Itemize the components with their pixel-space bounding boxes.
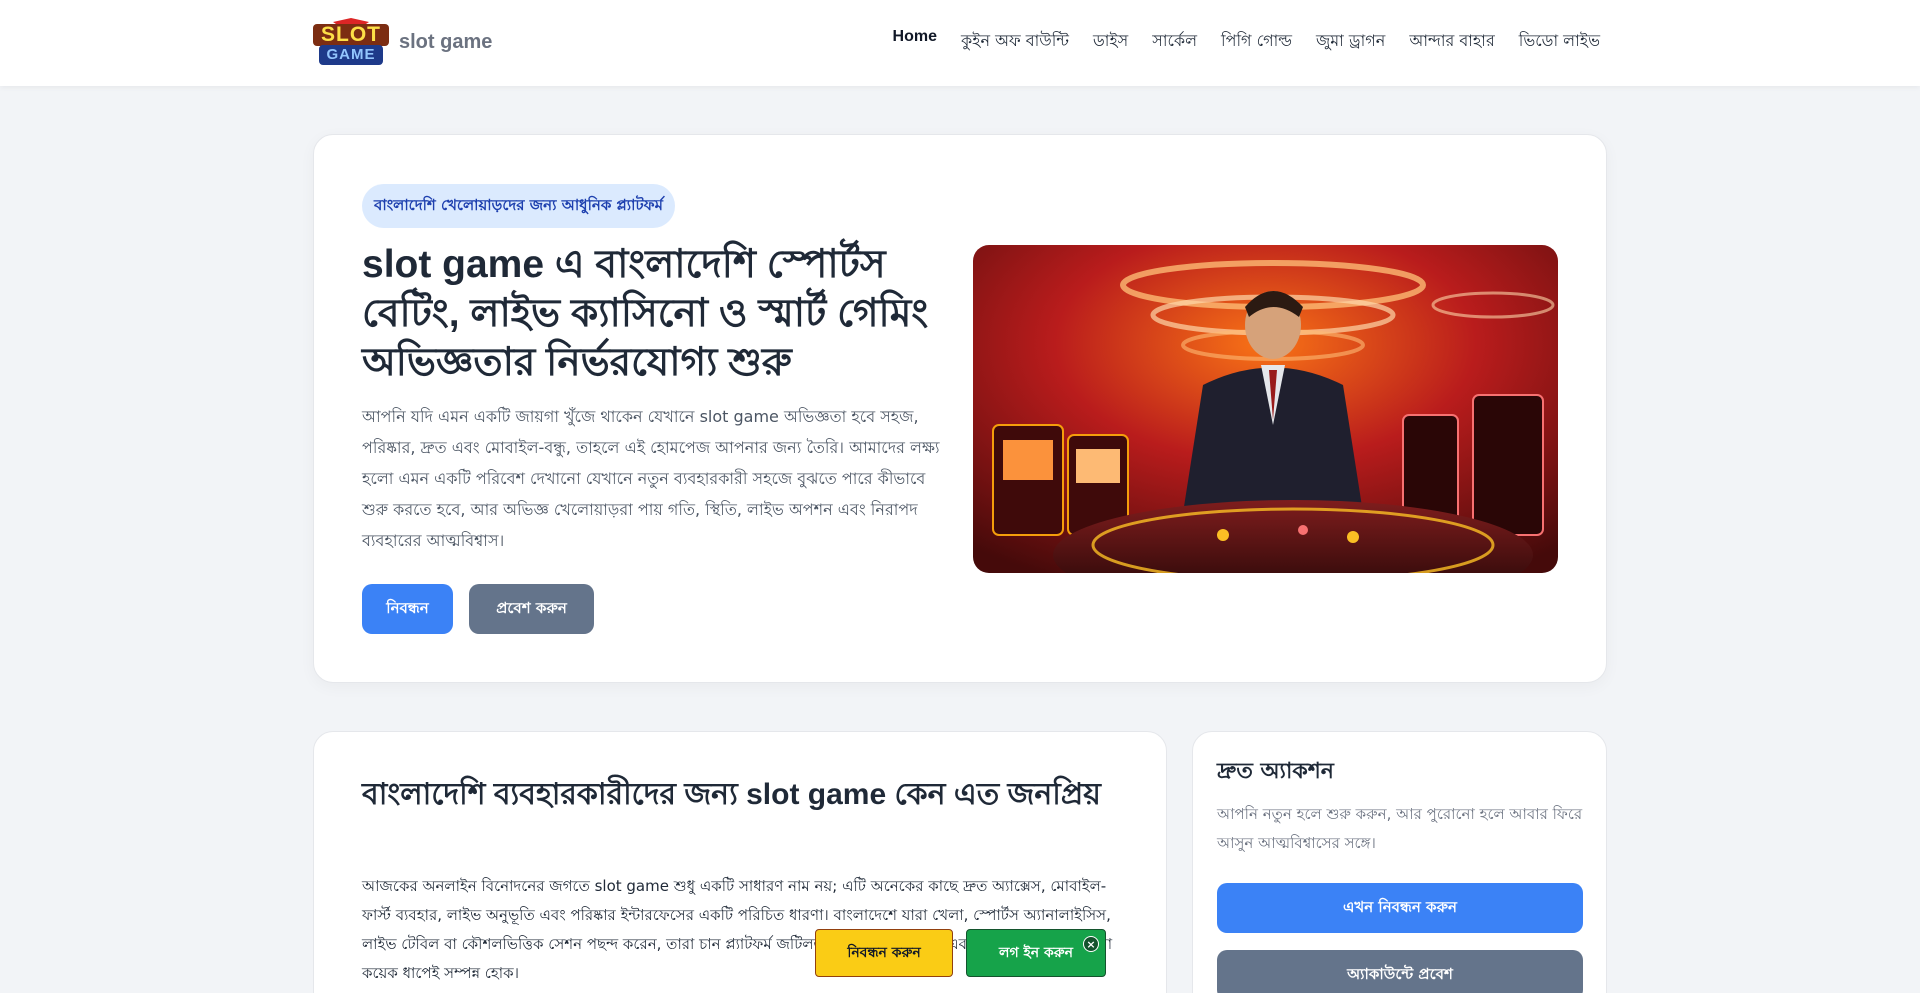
nav-item-circle[interactable]: সার্কেল [1152, 28, 1197, 55]
quick-actions-card: দ্রুত অ্যাকশন আপনি নতুন হলে শুরু করুন, আ… [1192, 731, 1607, 993]
why-popular-title: বাংলাদেশি ব্যবহারকারীদের জন্য slot game … [362, 778, 1101, 811]
nav-item-andar-bahar[interactable]: আন্দার বাহার [1409, 28, 1494, 55]
nav-item-piggy-gold[interactable]: পিগি গোল্ড [1221, 28, 1292, 55]
close-icon[interactable]: × [1083, 936, 1099, 952]
logo-text-bottom: GAME [326, 46, 376, 63]
account-login-button[interactable]: অ্যাকাউন্টে প্রবেশ [1217, 950, 1583, 993]
hero-badge: বাংলাদেশি খেলোয়াড়দের জন্য আধুনিক প্ল্য… [362, 184, 675, 228]
nav-item-zuma-dragon[interactable]: জুমা ড্রাগন [1316, 28, 1385, 55]
brand-name[interactable]: slot game [399, 31, 492, 54]
login-button[interactable]: প্রবেশ করুন [469, 584, 594, 634]
brand[interactable]: SLOT GAME slot game [311, 18, 492, 66]
main-nav: Home কুইন অফ বাউন্টি ডাইস সার্কেল পিগি গ… [893, 28, 1600, 55]
nav-item-home[interactable]: Home [893, 28, 937, 55]
site-header: SLOT GAME slot game Home কুইন অফ বাউন্টি… [0, 0, 1920, 86]
slot-game-logo[interactable]: SLOT GAME [311, 18, 391, 66]
quick-actions-title: দ্রুত অ্যাকশন [1217, 759, 1334, 784]
hero-card: বাংলাদেশি খেলোয়াড়দের জন্য আধুনিক প্ল্য… [313, 134, 1607, 683]
logo-text-top: SLOT [321, 23, 381, 46]
hero-description: আপনি যদি এমন একটি জায়গা খুঁজে থাকেন যেখ… [362, 407, 940, 550]
nav-item-dice[interactable]: ডাইস [1093, 28, 1128, 55]
floating-login-label: লগ ইন করুন [999, 945, 1073, 961]
floating-login-button[interactable]: লগ ইন করুন × [966, 929, 1106, 977]
hero-title: slot game এ বাংলাদেশি স্পোর্টস বেটিং, লা… [362, 243, 929, 384]
nav-item-queen-of-bounty[interactable]: কুইন অফ বাউন্টি [961, 28, 1069, 55]
register-button[interactable]: নিবন্ধন [362, 584, 453, 634]
quick-actions-text: আপনি নতুন হলে শুরু করুন, আর পুরোনো হলে আ… [1217, 805, 1583, 852]
casino-hero-image [973, 245, 1558, 573]
nav-item-video-live[interactable]: ভিডো লাইভ [1519, 28, 1600, 55]
floating-register-button[interactable]: নিবন্ধন করুন [815, 929, 953, 977]
register-now-button[interactable]: এখন নিবন্ধন করুন [1217, 883, 1583, 933]
